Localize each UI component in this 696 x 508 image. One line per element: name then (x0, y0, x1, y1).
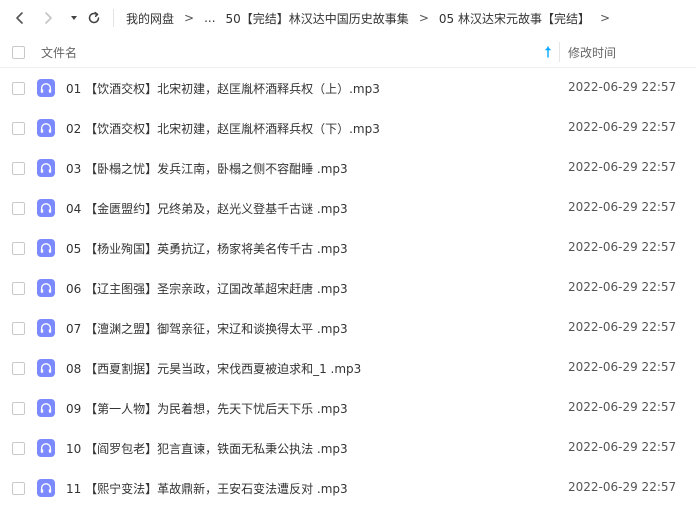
audio-file-icon (37, 479, 55, 497)
file-name[interactable]: 09 【第一人物】为民着想，先天下忧后天下乐 .mp3 (66, 400, 348, 417)
audio-file-icon (37, 439, 55, 457)
nav-divider (113, 9, 114, 27)
refresh-icon (88, 11, 100, 24)
caret-down-icon (71, 16, 77, 20)
file-row[interactable]: 01 【饮酒交权】北宋初建，赵匡胤杯酒释兵权（上）.mp3 2022-06-29… (0, 68, 696, 108)
file-modified-time: 2022-06-29 22:57 (568, 80, 677, 94)
audio-file-icon (37, 399, 55, 417)
audio-file-icon (37, 119, 55, 137)
breadcrumb: 我的网盘 > ... 50【完结】林汉达中国历史故事集 > 05 林汉达宋元故事… (126, 0, 610, 36)
file-modified-time: 2022-06-29 22:57 (568, 320, 677, 334)
file-row[interactable]: 02 【饮酒交权】北宋初建，赵匡胤杯酒释兵权（下）.mp3 2022-06-29… (0, 108, 696, 148)
column-header-name[interactable]: 文件名 (41, 44, 77, 61)
file-row-checkbox[interactable] (12, 402, 25, 415)
select-all-checkbox[interactable] (12, 46, 25, 59)
refresh-button[interactable] (84, 8, 104, 28)
chevron-right-icon (45, 12, 52, 24)
top-nav-bar: 我的网盘 > ... 50【完结】林汉达中国历史故事集 > 05 林汉达宋元故事… (0, 0, 696, 36)
breadcrumb-ellipsis[interactable]: ... (204, 11, 215, 25)
file-name[interactable]: 08 【西夏割据】元昊当政，宋伐西夏被迫求和_1 .mp3 (66, 360, 361, 377)
history-dropdown-button[interactable] (64, 8, 84, 28)
breadcrumb-expand-icon[interactable]: > (600, 11, 610, 25)
file-name[interactable]: 01 【饮酒交权】北宋初建，赵匡胤杯酒释兵权（上）.mp3 (66, 80, 380, 97)
file-name[interactable]: 06 【辽主图强】圣宗亲政，辽国改革超宋赶唐 .mp3 (66, 280, 348, 297)
file-modified-time: 2022-06-29 22:57 (568, 400, 677, 414)
breadcrumb-current[interactable]: 05 林汉达宋元故事【完结】 (439, 10, 590, 27)
file-row-checkbox[interactable] (12, 162, 25, 175)
file-row-checkbox[interactable] (12, 202, 25, 215)
breadcrumb-parent[interactable]: 50【完结】林汉达中国历史故事集 (226, 10, 409, 27)
audio-file-icon (37, 319, 55, 337)
file-row[interactable]: 04 【金匮盟约】兄终弟及，赵光义登基千古谜 .mp3 2022-06-29 2… (0, 188, 696, 228)
file-row[interactable]: 09 【第一人物】为民着想，先天下忧后天下乐 .mp3 2022-06-29 2… (0, 388, 696, 428)
file-row-checkbox[interactable] (12, 322, 25, 335)
file-modified-time: 2022-06-29 22:57 (568, 120, 677, 134)
file-name[interactable]: 10 【阎罗包老】犯言直谏，铁面无私秉公执法 .mp3 (66, 440, 348, 457)
chevron-left-icon (16, 12, 23, 24)
forward-button[interactable] (38, 8, 58, 28)
file-modified-time: 2022-06-29 22:57 (568, 240, 677, 254)
file-name[interactable]: 04 【金匮盟约】兄终弟及，赵光义登基千古谜 .mp3 (66, 200, 348, 217)
file-name[interactable]: 07 【澶渊之盟】御驾亲征，宋辽和谈换得太平 .mp3 (66, 320, 348, 337)
file-row-checkbox[interactable] (12, 362, 25, 375)
column-divider[interactable] (559, 42, 560, 62)
audio-file-icon (37, 359, 55, 377)
file-name[interactable]: 02 【饮酒交权】北宋初建，赵匡胤杯酒释兵权（下）.mp3 (66, 120, 380, 137)
file-row-checkbox[interactable] (12, 282, 25, 295)
file-row[interactable]: 10 【阎罗包老】犯言直谏，铁面无私秉公执法 .mp3 2022-06-29 2… (0, 428, 696, 468)
file-name[interactable]: 11 【熙宁变法】革故鼎新，王安石变法遭反对 .mp3 (66, 480, 348, 497)
file-row[interactable]: 03 【卧榻之忧】发兵江南，卧榻之侧不容酣睡 .mp3 2022-06-29 2… (0, 148, 696, 188)
file-row[interactable]: 11 【熙宁变法】革故鼎新，王安石变法遭反对 .mp3 2022-06-29 2… (0, 468, 696, 508)
file-modified-time: 2022-06-29 22:57 (568, 440, 677, 454)
file-row[interactable]: 06 【辽主图强】圣宗亲政，辽国改革超宋赶唐 .mp3 2022-06-29 2… (0, 268, 696, 308)
audio-file-icon (37, 159, 55, 177)
file-name[interactable]: 05 【杨业殉国】英勇抗辽，杨家将美名传千古 .mp3 (66, 240, 348, 257)
audio-file-icon (37, 279, 55, 297)
file-row[interactable]: 05 【杨业殉国】英勇抗辽，杨家将美名传千古 .mp3 2022-06-29 2… (0, 228, 696, 268)
file-row[interactable]: 08 【西夏割据】元昊当政，宋伐西夏被迫求和_1 .mp3 2022-06-29… (0, 348, 696, 388)
breadcrumb-separator-icon: > (184, 11, 195, 25)
back-button[interactable] (10, 8, 30, 28)
file-name[interactable]: 03 【卧榻之忧】发兵江南，卧榻之侧不容酣睡 .mp3 (66, 160, 348, 177)
file-modified-time: 2022-06-29 22:57 (568, 480, 677, 494)
file-row-checkbox[interactable] (12, 482, 25, 495)
breadcrumb-root[interactable]: 我的网盘 (126, 10, 174, 27)
file-modified-time: 2022-06-29 22:57 (568, 280, 677, 294)
file-modified-time: 2022-06-29 22:57 (568, 160, 677, 174)
file-modified-time: 2022-06-29 22:57 (568, 360, 677, 374)
column-header-modified-time[interactable]: 修改时间 (568, 44, 616, 61)
file-row-checkbox[interactable] (12, 442, 25, 455)
file-row-checkbox[interactable] (12, 122, 25, 135)
breadcrumb-separator-icon: > (418, 11, 429, 25)
sort-ascending-icon[interactable] (542, 45, 554, 59)
file-modified-time: 2022-06-29 22:57 (568, 200, 677, 214)
file-row-checkbox[interactable] (12, 242, 25, 255)
audio-file-icon (37, 199, 55, 217)
file-row[interactable]: 07 【澶渊之盟】御驾亲征，宋辽和谈换得太平 .mp3 2022-06-29 2… (0, 308, 696, 348)
file-row-checkbox[interactable] (12, 82, 25, 95)
audio-file-icon (37, 239, 55, 257)
file-list-header: 文件名 修改时间 (0, 36, 696, 68)
audio-file-icon (37, 79, 55, 97)
